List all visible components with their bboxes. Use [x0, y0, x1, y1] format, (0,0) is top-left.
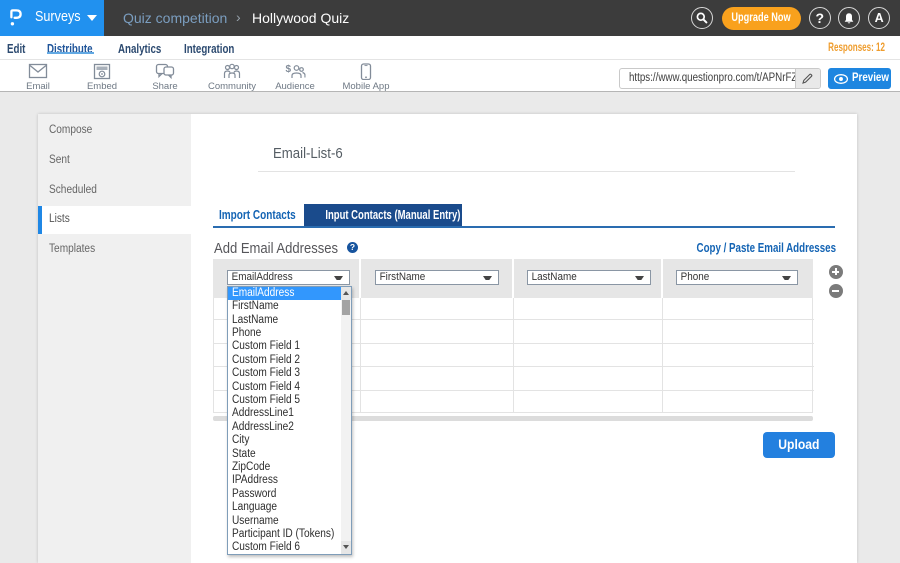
svg-text:$: $: [286, 64, 292, 75]
